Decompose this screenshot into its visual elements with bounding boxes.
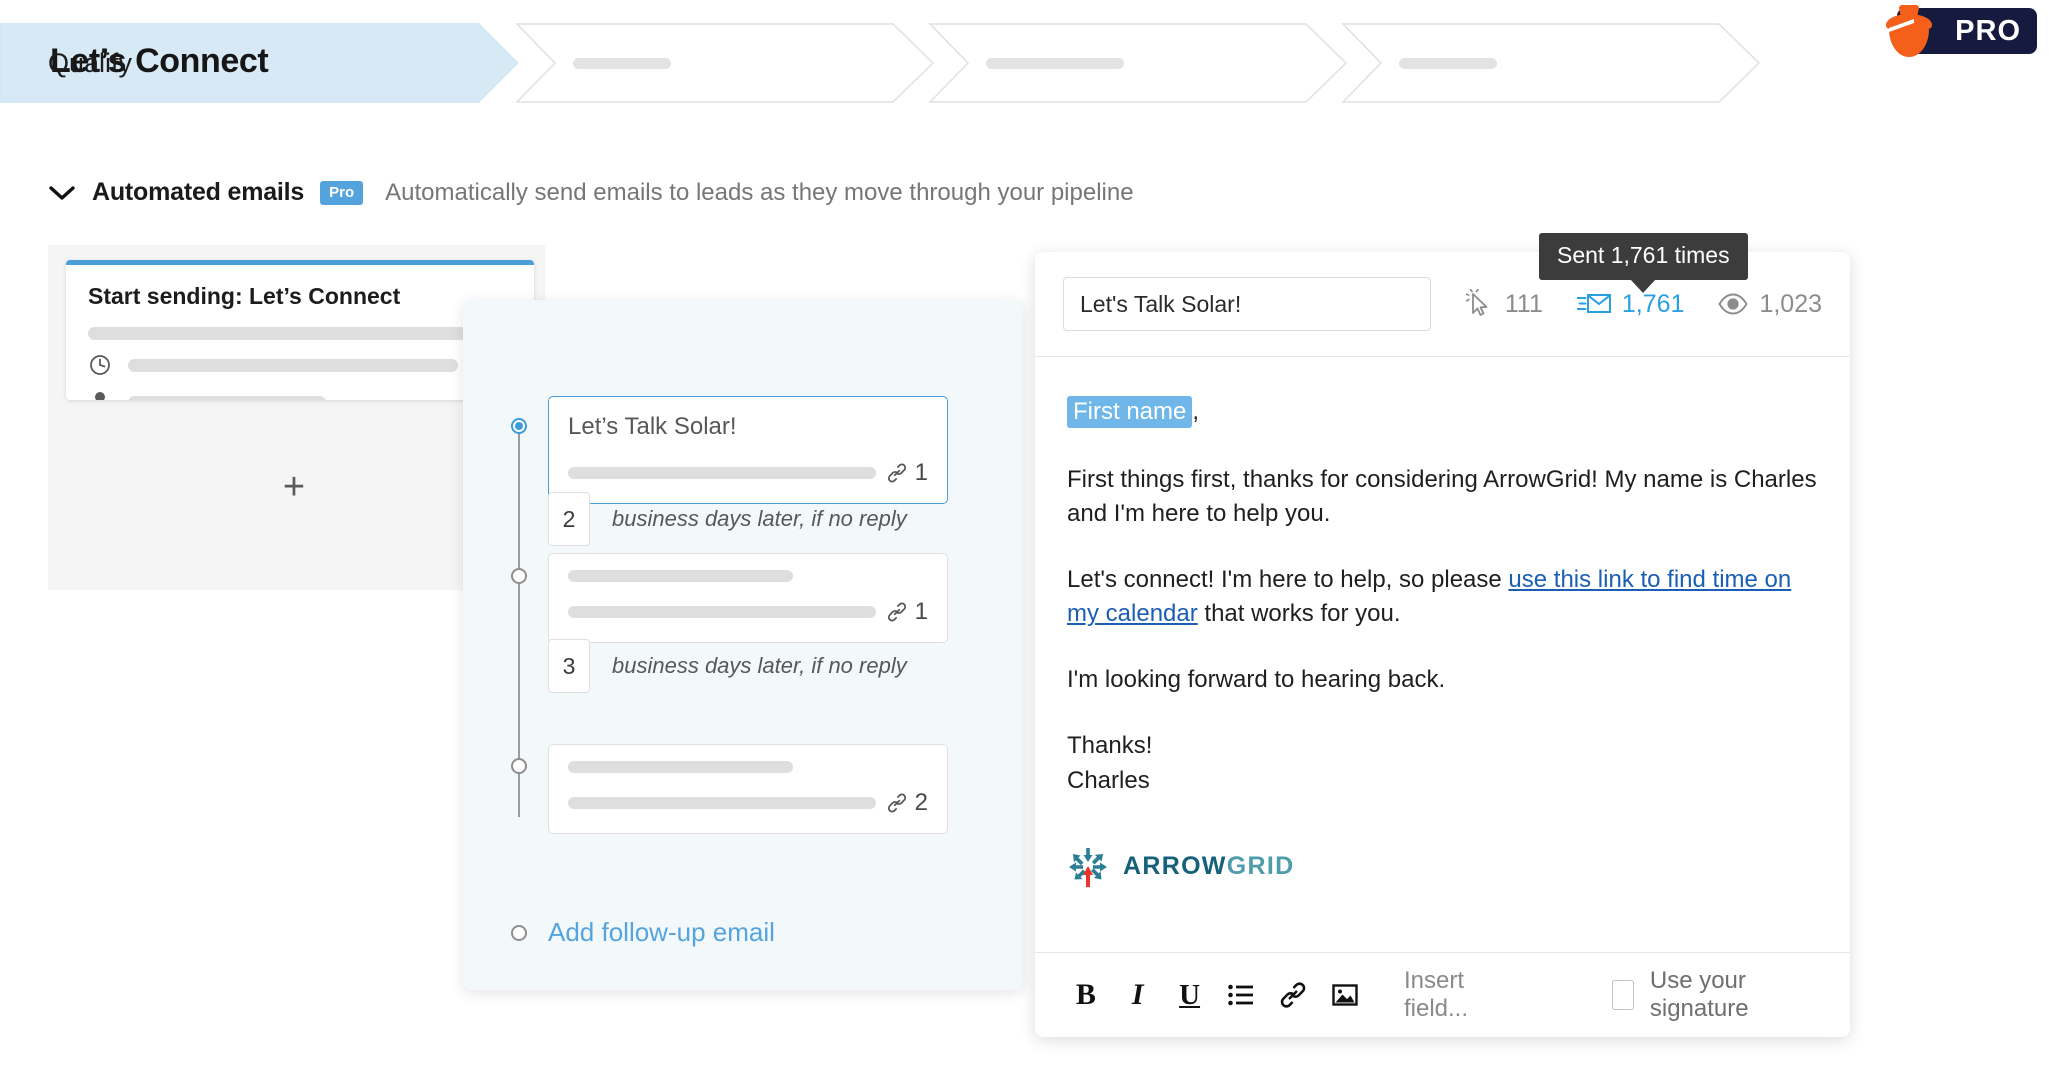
timeline-node-add[interactable] xyxy=(511,925,527,941)
card-row-schedule xyxy=(88,353,512,377)
placeholder-bar xyxy=(128,395,326,400)
email-paragraph-2: Let's connect! I'm here to help, so plea… xyxy=(1067,563,1818,631)
link-count-value: 2 xyxy=(914,789,928,816)
stat-sent-value: 1,761 xyxy=(1621,289,1685,318)
stat-clicks-value: 111 xyxy=(1504,289,1543,318)
link-icon xyxy=(887,793,906,813)
placeholder-bar xyxy=(568,761,793,773)
bullet-list-icon[interactable] xyxy=(1226,977,1256,1013)
editor-toolbar: B I U Insert field... Use your signature xyxy=(1035,952,1850,1037)
delay-text: business days later, if no reply xyxy=(612,653,907,678)
pipeline-stage-1[interactable] xyxy=(515,23,935,103)
stat-opens-value: 1,023 xyxy=(1759,289,1822,318)
placeholder-bar xyxy=(568,570,793,582)
eye-icon xyxy=(1718,293,1749,315)
arrowgrid-mark-icon xyxy=(1069,847,1107,887)
acorn-icon xyxy=(1886,5,1932,57)
start-sending-title: Start sending: Let’s Connect xyxy=(88,283,401,309)
stage-placeholder xyxy=(573,57,671,69)
sequence-email-1[interactable]: Let’s Talk Solar! 1 xyxy=(548,396,948,504)
pipeline-stage-2[interactable] xyxy=(928,23,1348,103)
stat-opens[interactable]: 1,023 xyxy=(1718,290,1822,319)
underline-button[interactable]: U xyxy=(1175,977,1205,1013)
signature-label: Use your signature xyxy=(1649,967,1749,1022)
pro-tag-badge: Pro xyxy=(320,180,364,205)
subject-input[interactable]: Let's Talk Solar! xyxy=(1063,277,1431,331)
pro-badge: PRO xyxy=(1850,0,2049,62)
stage-label-qualify: Qualify xyxy=(48,47,133,78)
delay-text: business days later, if no reply xyxy=(612,506,907,531)
chevron-down-icon[interactable] xyxy=(48,179,76,207)
link-icon xyxy=(887,463,906,483)
email-body[interactable]: First name, First things first, thanks f… xyxy=(1035,357,1850,952)
link-count-3: 2 xyxy=(886,789,928,817)
sequence-email-subject: Let’s Talk Solar! xyxy=(568,413,737,440)
email-paragraph-1: First things first, thanks for consideri… xyxy=(1067,466,1817,528)
logo-text-grid: GRID xyxy=(1226,851,1295,880)
email-editor-panel: Let's Talk Solar! 111 1,761 1,023 First … xyxy=(1035,252,1850,1037)
delay-days-input[interactable]: 3 xyxy=(548,639,590,693)
add-followup-email-link[interactable]: Add follow-up email xyxy=(548,917,775,948)
card-row-audience xyxy=(88,390,512,400)
greeting-suffix: , xyxy=(1192,398,1200,425)
sequence-delay-2[interactable]: 3 business days later, if no reply xyxy=(548,639,907,693)
sequence-delay-1[interactable]: 2 business days later, if no reply xyxy=(548,492,907,546)
placeholder-bar xyxy=(88,327,473,340)
link-icon[interactable] xyxy=(1278,977,1308,1013)
add-automation-button[interactable]: + xyxy=(276,468,312,506)
stat-sent[interactable]: 1,761 xyxy=(1576,289,1685,319)
automated-emails-header: Automated emails Pro Automatically send … xyxy=(48,178,1134,207)
italic-button[interactable]: I xyxy=(1123,977,1153,1013)
placeholder-bar xyxy=(128,358,458,372)
timeline-node-2[interactable] xyxy=(511,568,527,584)
section-title: Automated emails xyxy=(92,178,305,206)
email-signoff-2: Charles xyxy=(1067,766,1150,794)
person-icon xyxy=(88,390,112,400)
paragraph-2-post: that works for you. xyxy=(1197,600,1401,628)
placeholder-bar xyxy=(568,606,876,618)
sent-envelope-icon xyxy=(1576,291,1611,317)
merge-field-first-name[interactable]: First name xyxy=(1067,396,1193,428)
sequence-email-3[interactable]: 2 xyxy=(548,744,948,834)
use-signature-toggle[interactable]: Use your signature xyxy=(1612,967,1814,1023)
email-paragraph-3: I'm looking forward to hearing back. xyxy=(1067,666,1446,694)
arrowgrid-wordmark: ARROWGRID xyxy=(1123,849,1294,885)
click-cursor-icon xyxy=(1465,289,1494,319)
timeline-node-3[interactable] xyxy=(511,758,527,774)
signature-checkbox[interactable] xyxy=(1612,980,1634,1010)
clock-icon xyxy=(88,353,112,377)
bold-button[interactable]: B xyxy=(1071,977,1101,1013)
placeholder-bar xyxy=(568,467,876,479)
link-count-value: 1 xyxy=(914,459,928,486)
sequence-email-2[interactable]: 1 xyxy=(548,553,948,643)
timeline-node-1[interactable] xyxy=(511,418,527,434)
sent-tooltip: Sent 1,761 times xyxy=(1539,233,1748,280)
email-stats: 111 1,761 1,023 xyxy=(1465,289,1822,319)
logo-text-arrow: ARROW xyxy=(1123,851,1227,880)
placeholder-bar xyxy=(568,797,876,809)
pipeline-stage-3[interactable] xyxy=(1341,23,1761,103)
image-icon[interactable] xyxy=(1330,977,1360,1013)
stage-placeholder xyxy=(986,57,1124,69)
stat-clicks[interactable]: 111 xyxy=(1465,289,1543,319)
email-signoff-1: Thanks! xyxy=(1067,732,1153,760)
delay-days-input[interactable]: 2 xyxy=(548,492,590,546)
link-count-value: 1 xyxy=(914,598,928,625)
link-icon xyxy=(887,602,906,622)
stage-placeholder xyxy=(1399,57,1497,69)
section-description: Automatically send emails to leads as th… xyxy=(385,178,1134,206)
link-count-1: 1 xyxy=(886,459,928,487)
insert-field-button[interactable]: Insert field... xyxy=(1404,967,1512,1023)
paragraph-2-pre: Let's connect! I'm here to help, so plea… xyxy=(1067,566,1509,594)
arrowgrid-signature-logo: ARROWGRID xyxy=(1067,846,1818,888)
email-greeting: First name, xyxy=(1067,395,1818,429)
link-count-2: 1 xyxy=(886,598,928,626)
pro-label: PRO xyxy=(1955,14,2021,47)
